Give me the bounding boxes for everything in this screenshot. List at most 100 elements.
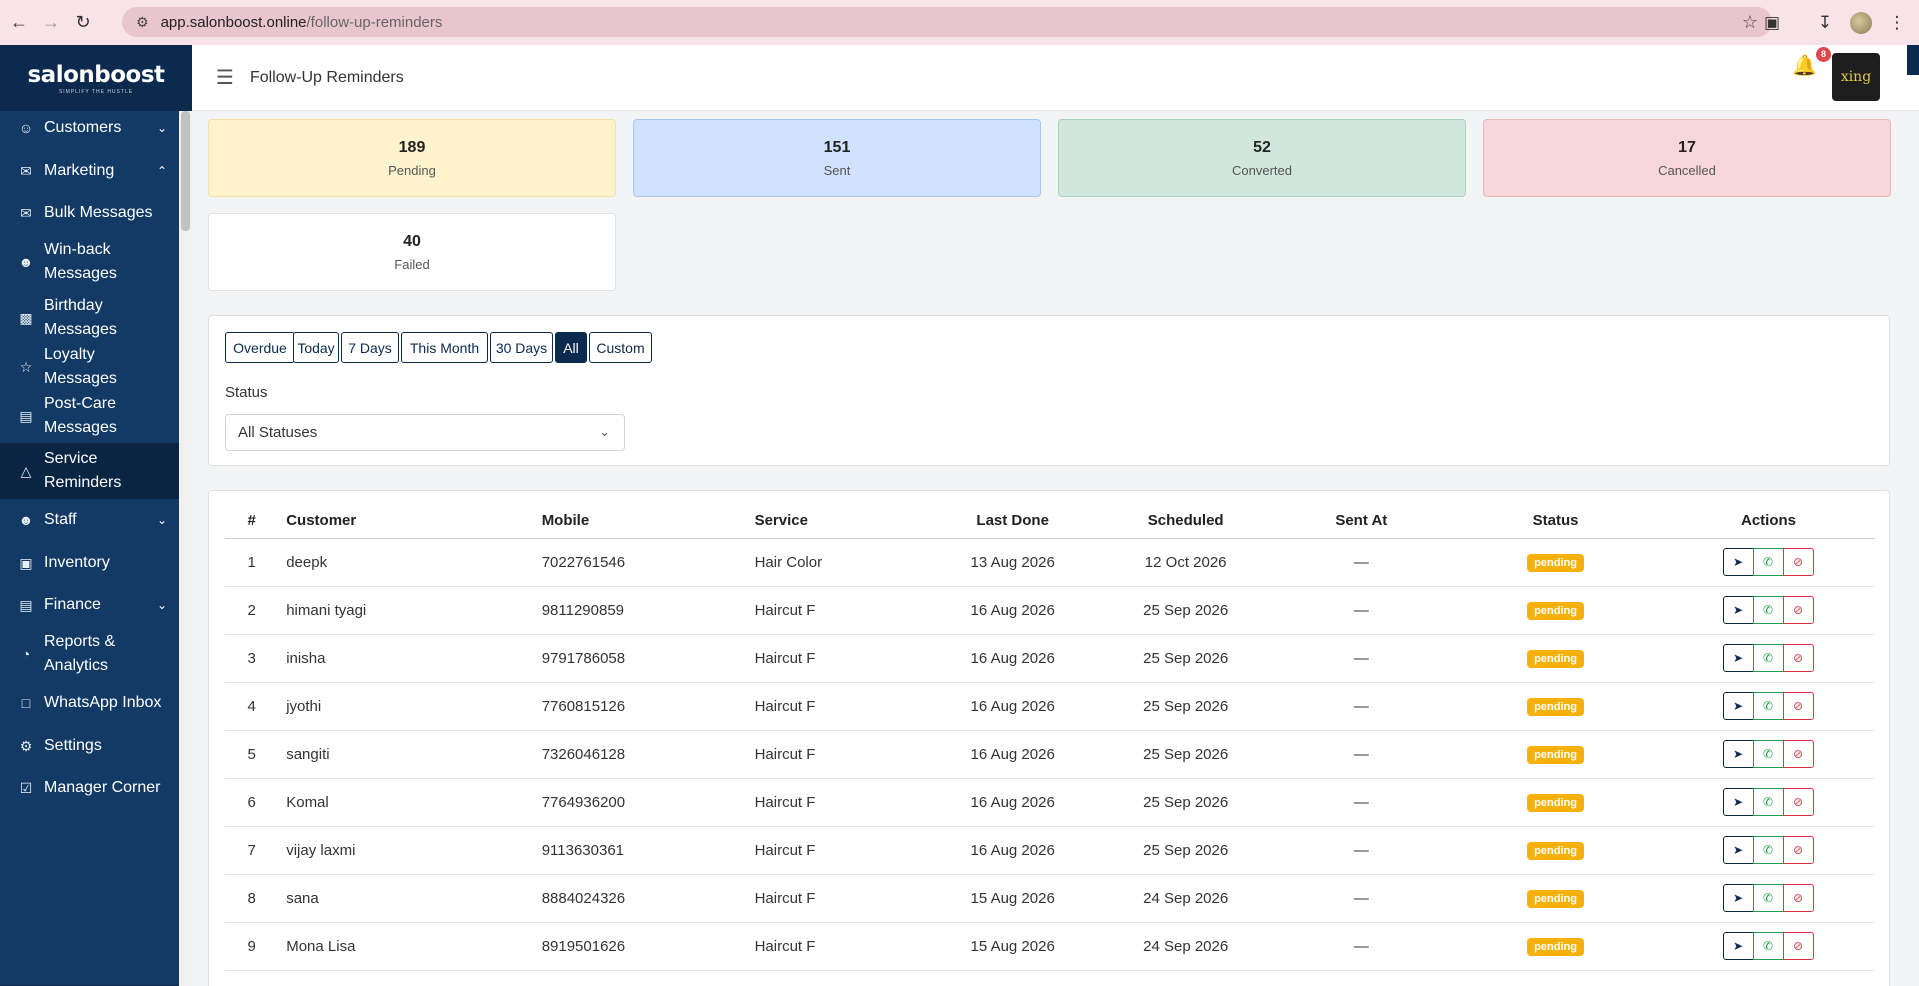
send-reminder-button[interactable]: ➤ xyxy=(1722,884,1754,912)
forward-icon[interactable]: → xyxy=(38,10,64,36)
cancel-reminder-button[interactable]: ⊘ xyxy=(1782,836,1814,864)
filter-30-days-button[interactable]: 30 Days xyxy=(490,332,553,363)
sidebar-item-label: Bulk Messages xyxy=(44,204,153,221)
column-header: # xyxy=(225,503,279,539)
address-bar[interactable]: ⚙ app.salonboost.online/follow-up-remind… xyxy=(122,7,1772,37)
send-reminder-button[interactable]: ➤ xyxy=(1722,548,1754,576)
cell-actions: ➤ ✆ ⊘ xyxy=(1662,730,1875,779)
filter-custom-button[interactable]: Custom xyxy=(589,332,652,363)
cell-status: pending xyxy=(1449,778,1663,827)
stat-card-failed[interactable]: 40 Failed xyxy=(208,213,616,291)
send-reminder-button[interactable]: ➤ xyxy=(1722,932,1754,960)
status-badge: pending xyxy=(1527,553,1584,572)
cancel-reminder-button[interactable]: ⊘ xyxy=(1782,596,1814,624)
status-badge: pending xyxy=(1527,889,1584,908)
bookmark-star-icon[interactable]: ☆ xyxy=(1742,12,1758,33)
topbar: ☰ Follow-Up Reminders 🔔 8 xing xyxy=(192,45,1919,111)
whatsapp-button[interactable]: ✆ xyxy=(1752,548,1784,576)
cell-sent-at: — xyxy=(1273,634,1450,683)
stat-card-pending[interactable]: 189 Pending xyxy=(208,119,616,197)
cell-sent-at: — xyxy=(1273,922,1450,971)
cell-status: pending xyxy=(1449,634,1663,683)
filter-this-month-button[interactable]: This Month xyxy=(401,332,488,363)
filter-today-button[interactable]: Today xyxy=(293,332,339,363)
cell-mobile: 8884024326 xyxy=(533,874,747,923)
chevron-down-icon[interactable]: ⌄ xyxy=(157,513,167,527)
sidebar-item-reports-analytics[interactable]: ◔ Reports & Analytics xyxy=(0,626,179,682)
status-select[interactable]: All Statuses ⌄ xyxy=(225,414,625,451)
sidebar-item-loyalty-messages[interactable]: ☆ Loyalty Messages xyxy=(0,346,179,389)
cell-customer: deepk xyxy=(278,538,534,587)
send-icon: ➤ xyxy=(1732,699,1744,713)
sidebar-item-win-back-messages[interactable]: ☻ Win-back Messages xyxy=(0,234,179,290)
whatsapp-button[interactable]: ✆ xyxy=(1752,788,1784,816)
hamburger-menu-icon[interactable]: ☰ xyxy=(216,65,234,90)
download-icon[interactable]: ↧ xyxy=(1812,10,1838,36)
sidebar-item-label: Inventory xyxy=(44,554,110,571)
send-reminder-button[interactable]: ➤ xyxy=(1722,836,1754,864)
whatsapp-button[interactable]: ✆ xyxy=(1752,644,1784,672)
sidebar-item-finance[interactable]: ▤ Finance ⌄ xyxy=(0,584,179,627)
status-badge: pending xyxy=(1527,937,1584,956)
ban-icon: ⊘ xyxy=(1792,603,1804,617)
table-row: 5 sangiti 7326046128 Haircut F 16 Aug 2026 25… xyxy=(225,730,1875,779)
profile-avatar[interactable] xyxy=(1848,10,1874,36)
sidebar-item-birthday-messages[interactable]: ▩ Birthday Messages xyxy=(0,290,179,346)
send-reminder-button[interactable]: ➤ xyxy=(1722,788,1754,816)
status-badge: pending xyxy=(1527,745,1584,764)
user-avatar[interactable]: xing xyxy=(1832,53,1880,101)
send-reminder-button[interactable]: ➤ xyxy=(1722,740,1754,768)
chevron-down-icon[interactable]: ⌄ xyxy=(157,598,167,612)
cancel-reminder-button[interactable]: ⊘ xyxy=(1782,884,1814,912)
cell-status: pending xyxy=(1449,730,1663,779)
sidebar-item-bulk-messages[interactable]: ✉ Bulk Messages xyxy=(0,192,179,235)
send-reminder-button[interactable]: ➤ xyxy=(1722,692,1754,720)
whatsapp-button[interactable]: ✆ xyxy=(1752,836,1784,864)
cell-scheduled: 25 Sep 2026 xyxy=(1097,586,1274,635)
cancel-reminder-button[interactable]: ⊘ xyxy=(1782,932,1814,960)
sidebar-item-settings[interactable]: ⚙ Settings xyxy=(0,725,179,768)
whatsapp-button[interactable]: ✆ xyxy=(1752,932,1784,960)
sidebar-item-post-care-messages[interactable]: ▤ Post-Care Messages xyxy=(0,388,179,444)
extensions-icon[interactable]: ▣ xyxy=(1759,10,1785,36)
cancel-reminder-button[interactable]: ⊘ xyxy=(1782,692,1814,720)
sidebar-item-manager-corner[interactable]: ☑ Manager Corner xyxy=(0,767,179,810)
cancel-reminder-button[interactable]: ⊘ xyxy=(1782,644,1814,672)
send-icon: ➤ xyxy=(1732,651,1744,665)
send-reminder-button[interactable]: ➤ xyxy=(1722,596,1754,624)
stat-card-cancelled[interactable]: 17 Cancelled xyxy=(1483,119,1891,197)
browser-menu-icon[interactable]: ⋮ xyxy=(1884,10,1910,36)
chevron-up-icon[interactable]: ⌃ xyxy=(157,164,167,178)
filter-all-button[interactable]: All xyxy=(555,332,587,363)
reload-icon[interactable]: ↻ xyxy=(70,10,96,36)
sidebar-item-staff[interactable]: ☻ Staff ⌄ xyxy=(0,499,179,542)
sidebar-item-marketing[interactable]: ✉ Marketing ⌃ xyxy=(0,150,179,193)
cell-status: pending xyxy=(1449,538,1663,587)
cancel-reminder-button[interactable]: ⊘ xyxy=(1782,740,1814,768)
logo[interactable]: salonboost SIMPLIFY THE HUSTLE xyxy=(0,45,192,111)
cell-customer: himani tyagi xyxy=(278,586,534,635)
send-icon: ➤ xyxy=(1732,747,1744,761)
chevron-down-icon[interactable]: ⌄ xyxy=(157,121,167,135)
filter-7-days-button[interactable]: 7 Days xyxy=(341,332,399,363)
cell-status: pending xyxy=(1449,922,1663,971)
sidebar-item-inventory[interactable]: ▣ Inventory xyxy=(0,542,179,585)
sidebar-item-customers[interactable]: ☺ Customers ⌄ xyxy=(0,107,179,150)
cancel-reminder-button[interactable]: ⊘ xyxy=(1782,788,1814,816)
site-settings-icon[interactable]: ⚙ xyxy=(136,14,149,31)
stat-card-converted[interactable]: 52 Converted xyxy=(1058,119,1466,197)
whatsapp-button[interactable]: ✆ xyxy=(1752,596,1784,624)
sidebar-item-service-reminders[interactable]: △ Service Reminders xyxy=(0,443,179,499)
back-icon[interactable]: ← xyxy=(6,10,32,36)
sidebar-item-whatsapp-inbox[interactable]: □ WhatsApp Inbox xyxy=(0,682,179,725)
filter-overdue-button[interactable]: Overdue xyxy=(225,332,295,363)
stat-card-sent[interactable]: 151 Sent xyxy=(633,119,1041,197)
sidebar-scrollbar[interactable] xyxy=(179,111,192,986)
whatsapp-button[interactable]: ✆ xyxy=(1752,884,1784,912)
notification-bell-icon[interactable]: 🔔 xyxy=(1792,53,1817,78)
cell-status: pending xyxy=(1449,586,1663,635)
send-reminder-button[interactable]: ➤ xyxy=(1722,644,1754,672)
whatsapp-button[interactable]: ✆ xyxy=(1752,692,1784,720)
cancel-reminder-button[interactable]: ⊘ xyxy=(1782,548,1814,576)
whatsapp-button[interactable]: ✆ xyxy=(1752,740,1784,768)
